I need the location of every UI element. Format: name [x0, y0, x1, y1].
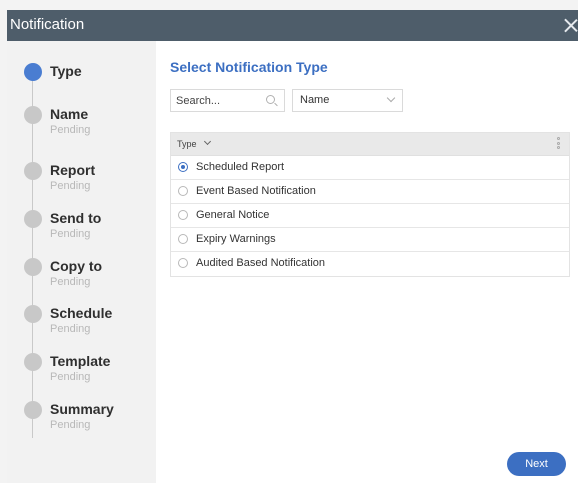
- search-box[interactable]: [170, 89, 285, 112]
- chevron-down-icon: [386, 93, 396, 103]
- step-status: Pending: [50, 371, 91, 383]
- step-name: Type: [50, 63, 82, 79]
- wizard-steps: Type Name Pending Report Pending Send to…: [7, 41, 156, 483]
- notification-type-table: Type Scheduled Report Event Based Notifi…: [170, 132, 570, 277]
- table-row[interactable]: Scheduled Report: [171, 156, 569, 180]
- kebab-menu-icon[interactable]: [557, 137, 560, 151]
- step-report[interactable]: Report Pending: [7, 162, 156, 202]
- section-heading: Select Notification Type: [170, 59, 328, 75]
- step-name: Template: [50, 353, 111, 369]
- step-dot-icon: [24, 305, 42, 323]
- step-name: Name: [50, 106, 89, 122]
- step-status: Pending: [50, 323, 91, 335]
- step-dot-icon: [24, 258, 42, 276]
- radio-button[interactable]: [178, 258, 188, 268]
- step-template[interactable]: Template Pending: [7, 353, 156, 393]
- step-type[interactable]: Type: [7, 63, 156, 103]
- dialog-title: Notification: [10, 16, 85, 33]
- table-row[interactable]: Expiry Warnings: [171, 228, 569, 252]
- step-status: Pending: [50, 419, 91, 431]
- row-label: Event Based Notification: [196, 185, 316, 197]
- radio-button[interactable]: [178, 186, 188, 196]
- step-send-to[interactable]: Send to Pending: [7, 210, 156, 250]
- sort-select-value: Name: [300, 94, 330, 106]
- table-row[interactable]: General Notice: [171, 204, 569, 228]
- step-name-step[interactable]: Name Pending: [7, 106, 156, 146]
- step-schedule[interactable]: Schedule Pending: [7, 305, 156, 345]
- step-name: Copy to: [50, 258, 103, 274]
- table-row[interactable]: Event Based Notification: [171, 180, 569, 204]
- close-icon[interactable]: [564, 18, 578, 32]
- row-label: General Notice: [196, 209, 270, 221]
- step-name: Report: [50, 162, 96, 178]
- step-copy-to[interactable]: Copy to Pending: [7, 258, 156, 298]
- step-name: Send to: [50, 210, 102, 226]
- row-label: Scheduled Report: [196, 161, 285, 173]
- search-icon[interactable]: [266, 95, 275, 104]
- step-summary[interactable]: Summary Pending: [7, 401, 156, 441]
- step-dot-icon: [24, 162, 42, 180]
- step-name: Summary: [50, 401, 114, 417]
- notification-dialog: Notification Type Name Pending Report Pe…: [7, 10, 578, 483]
- table-header: Type: [171, 133, 569, 156]
- radio-button[interactable]: [178, 234, 188, 244]
- step-dot-icon: [24, 353, 42, 371]
- row-label: Expiry Warnings: [196, 233, 276, 245]
- step-dot-icon: [24, 401, 42, 419]
- step-status: Pending: [50, 276, 91, 288]
- step-active-dot-icon: [24, 63, 42, 81]
- step-status: Pending: [50, 124, 91, 136]
- sort-select[interactable]: Name: [292, 89, 403, 112]
- step-name: Schedule: [50, 305, 113, 321]
- chevron-down-icon[interactable]: [203, 137, 212, 146]
- step-dot-icon: [24, 210, 42, 228]
- row-label: Audited Based Notification: [196, 257, 326, 269]
- title-bar: Notification: [7, 10, 578, 41]
- step-status: Pending: [50, 180, 91, 192]
- radio-button[interactable]: [178, 210, 188, 220]
- next-button[interactable]: Next: [507, 452, 566, 476]
- step-dot-icon: [24, 106, 42, 124]
- table-row[interactable]: Audited Based Notification: [171, 252, 569, 276]
- search-input[interactable]: [176, 93, 264, 109]
- step-status: Pending: [50, 228, 91, 240]
- column-header-type[interactable]: Type: [177, 139, 197, 149]
- radio-button[interactable]: [178, 162, 188, 172]
